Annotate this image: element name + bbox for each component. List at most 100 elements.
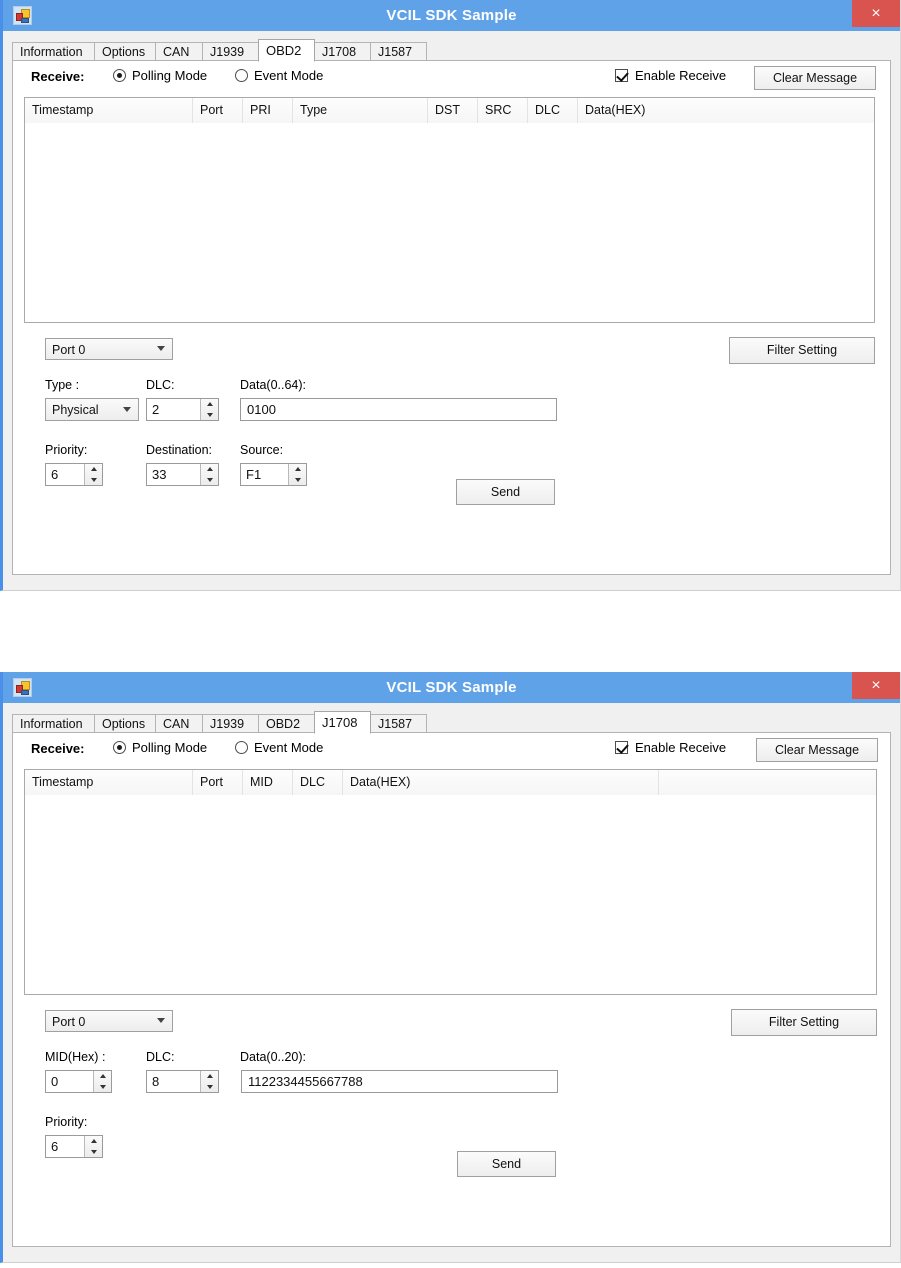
spinner-buttons[interactable] <box>200 1071 218 1092</box>
receive-label: Receive: <box>31 741 85 756</box>
radio-event-mode[interactable]: Event Mode <box>235 68 323 83</box>
tab-obd2[interactable]: OBD2 <box>258 714 315 733</box>
checkbox-enable-receive[interactable]: Enable Receive <box>615 740 726 755</box>
mid-spinner-j1708[interactable]: 0 <box>45 1070 112 1093</box>
spinner-up-icon[interactable] <box>289 464 306 474</box>
grid-col-src[interactable]: SRC <box>478 98 528 123</box>
grid-col-port[interactable]: Port <box>193 98 243 123</box>
tab-options[interactable]: Options <box>94 42 156 61</box>
destination-value-obd2: 33 <box>152 467 167 482</box>
send-button-j1708[interactable]: Send <box>457 1151 556 1177</box>
enable-receive-label: Enable Receive <box>635 740 727 755</box>
grid-col-dst[interactable]: DST <box>428 98 478 123</box>
tab-j1708[interactable]: J1708 <box>314 42 371 61</box>
radio-event-mode[interactable]: Event Mode <box>235 740 323 755</box>
clear-message-button[interactable]: Clear Message <box>756 738 878 762</box>
spinner-down-icon[interactable] <box>85 1147 102 1157</box>
tab-j1939[interactable]: J1939 <box>202 42 259 61</box>
spinner-buttons[interactable] <box>200 399 218 420</box>
grid-col-dlc[interactable]: DLC <box>293 770 343 795</box>
spinner-buttons[interactable] <box>93 1071 111 1092</box>
data-input-j1708[interactable]: 1122334455667788 <box>241 1070 558 1093</box>
grid-col-dlc[interactable]: DLC <box>528 98 578 123</box>
message-grid-j1708[interactable]: Timestamp Port MID DLC Data(HEX) <box>24 769 877 995</box>
spinner-down-icon[interactable] <box>94 1082 111 1092</box>
tab-can[interactable]: CAN <box>155 714 203 733</box>
radio-event-label: Event Mode <box>254 68 324 83</box>
grid-col-pri[interactable]: PRI <box>243 98 293 123</box>
dlc-label-obd2: DLC: <box>146 378 175 392</box>
grid-col-filler[interactable] <box>659 770 876 795</box>
priority-spinner-j1708[interactable]: 6 <box>45 1135 103 1158</box>
filter-setting-button-obd2[interactable]: Filter Setting <box>729 337 875 364</box>
spinner-up-icon[interactable] <box>201 1071 218 1081</box>
radio-polling-mode[interactable]: Polling Mode <box>113 68 207 83</box>
receive-row-1: Receive: Polling Mode Event Mode Enable … <box>13 61 890 93</box>
radio-polling-mode[interactable]: Polling Mode <box>113 740 207 755</box>
chevron-down-icon <box>157 1018 165 1023</box>
spinner-buttons[interactable] <box>288 464 306 485</box>
spinner-buttons[interactable] <box>200 464 218 485</box>
tab-options[interactable]: Options <box>94 714 156 733</box>
spinner-down-icon[interactable] <box>85 475 102 485</box>
grid-col-timestamp[interactable]: Timestamp <box>25 770 193 795</box>
filter-setting-button-j1708[interactable]: Filter Setting <box>731 1009 877 1036</box>
grid-col-data[interactable]: Data(HEX) <box>578 98 874 123</box>
tab-information[interactable]: Information <box>12 714 95 733</box>
grid-col-data[interactable]: Data(HEX) <box>343 770 659 795</box>
dlc-spinner-obd2[interactable]: 2 <box>146 398 219 421</box>
tab-j1587[interactable]: J1587 <box>370 42 427 61</box>
close-icon[interactable]: × <box>852 672 900 699</box>
priority-value-obd2: 6 <box>51 467 59 482</box>
tab-can[interactable]: CAN <box>155 42 203 61</box>
tab-j1708[interactable]: J1708 <box>314 711 371 734</box>
receive-label: Receive: <box>31 69 85 84</box>
source-label-obd2: Source: <box>240 443 284 457</box>
spinner-down-icon[interactable] <box>289 475 306 485</box>
dlc-spinner-j1708[interactable]: 8 <box>146 1070 219 1093</box>
spinner-up-icon[interactable] <box>94 1071 111 1081</box>
port-select-j1708[interactable]: Port 0 <box>45 1010 173 1032</box>
spinner-buttons[interactable] <box>84 464 102 485</box>
tab-obd2[interactable]: OBD2 <box>258 39 315 62</box>
radio-dot-icon <box>235 741 248 754</box>
close-icon[interactable]: × <box>852 0 900 27</box>
spinner-up-icon[interactable] <box>85 464 102 474</box>
priority-label-j1708: Priority: <box>45 1115 88 1129</box>
spinner-up-icon[interactable] <box>201 399 218 409</box>
source-spinner-obd2[interactable]: F1 <box>240 463 307 486</box>
destination-label-obd2: Destination: <box>146 443 213 457</box>
spinner-buttons[interactable] <box>84 1136 102 1157</box>
clear-message-button[interactable]: Clear Message <box>754 66 876 90</box>
grid-body-obd2[interactable] <box>25 123 874 322</box>
message-grid-obd2[interactable]: Timestamp Port PRI Type DST SRC DLC Data… <box>24 97 875 323</box>
spinner-up-icon[interactable] <box>201 464 218 474</box>
spinner-down-icon[interactable] <box>201 410 218 420</box>
radio-polling-label: Polling Mode <box>132 68 208 83</box>
tab-j1587[interactable]: J1587 <box>370 714 427 733</box>
spinner-down-icon[interactable] <box>201 1082 218 1092</box>
grid-col-type[interactable]: Type <box>293 98 428 123</box>
type-select-value: Physical <box>52 403 99 417</box>
mid-label: MID(Hex) : <box>45 1050 106 1064</box>
port-select-value: Port 0 <box>52 343 86 357</box>
grid-col-timestamp[interactable]: Timestamp <box>25 98 193 123</box>
checkbox-enable-receive[interactable]: Enable Receive <box>615 68 726 83</box>
data-input-obd2[interactable]: 0100 <box>240 398 557 421</box>
spinner-down-icon[interactable] <box>201 475 218 485</box>
tab-panel-j1708: Receive: Polling Mode Event Mode Enable … <box>12 732 891 1247</box>
tab-j1939[interactable]: J1939 <box>202 714 259 733</box>
spinner-up-icon[interactable] <box>85 1136 102 1146</box>
priority-spinner-obd2[interactable]: 6 <box>45 463 103 486</box>
grid-col-port[interactable]: Port <box>193 770 243 795</box>
send-button-obd2[interactable]: Send <box>456 479 555 505</box>
tab-information[interactable]: Information <box>12 42 95 61</box>
checkmark-icon <box>615 69 628 82</box>
port-select-obd2[interactable]: Port 0 <box>45 338 173 360</box>
tab-strip-2: Information Options CAN J1939 OBD2 J1708… <box>12 711 891 734</box>
grid-col-mid[interactable]: MID <box>243 770 293 795</box>
type-select-obd2[interactable]: Physical <box>45 398 139 421</box>
destination-spinner-obd2[interactable]: 33 <box>146 463 219 486</box>
radio-event-label: Event Mode <box>254 740 324 755</box>
grid-body-j1708[interactable] <box>25 795 876 994</box>
